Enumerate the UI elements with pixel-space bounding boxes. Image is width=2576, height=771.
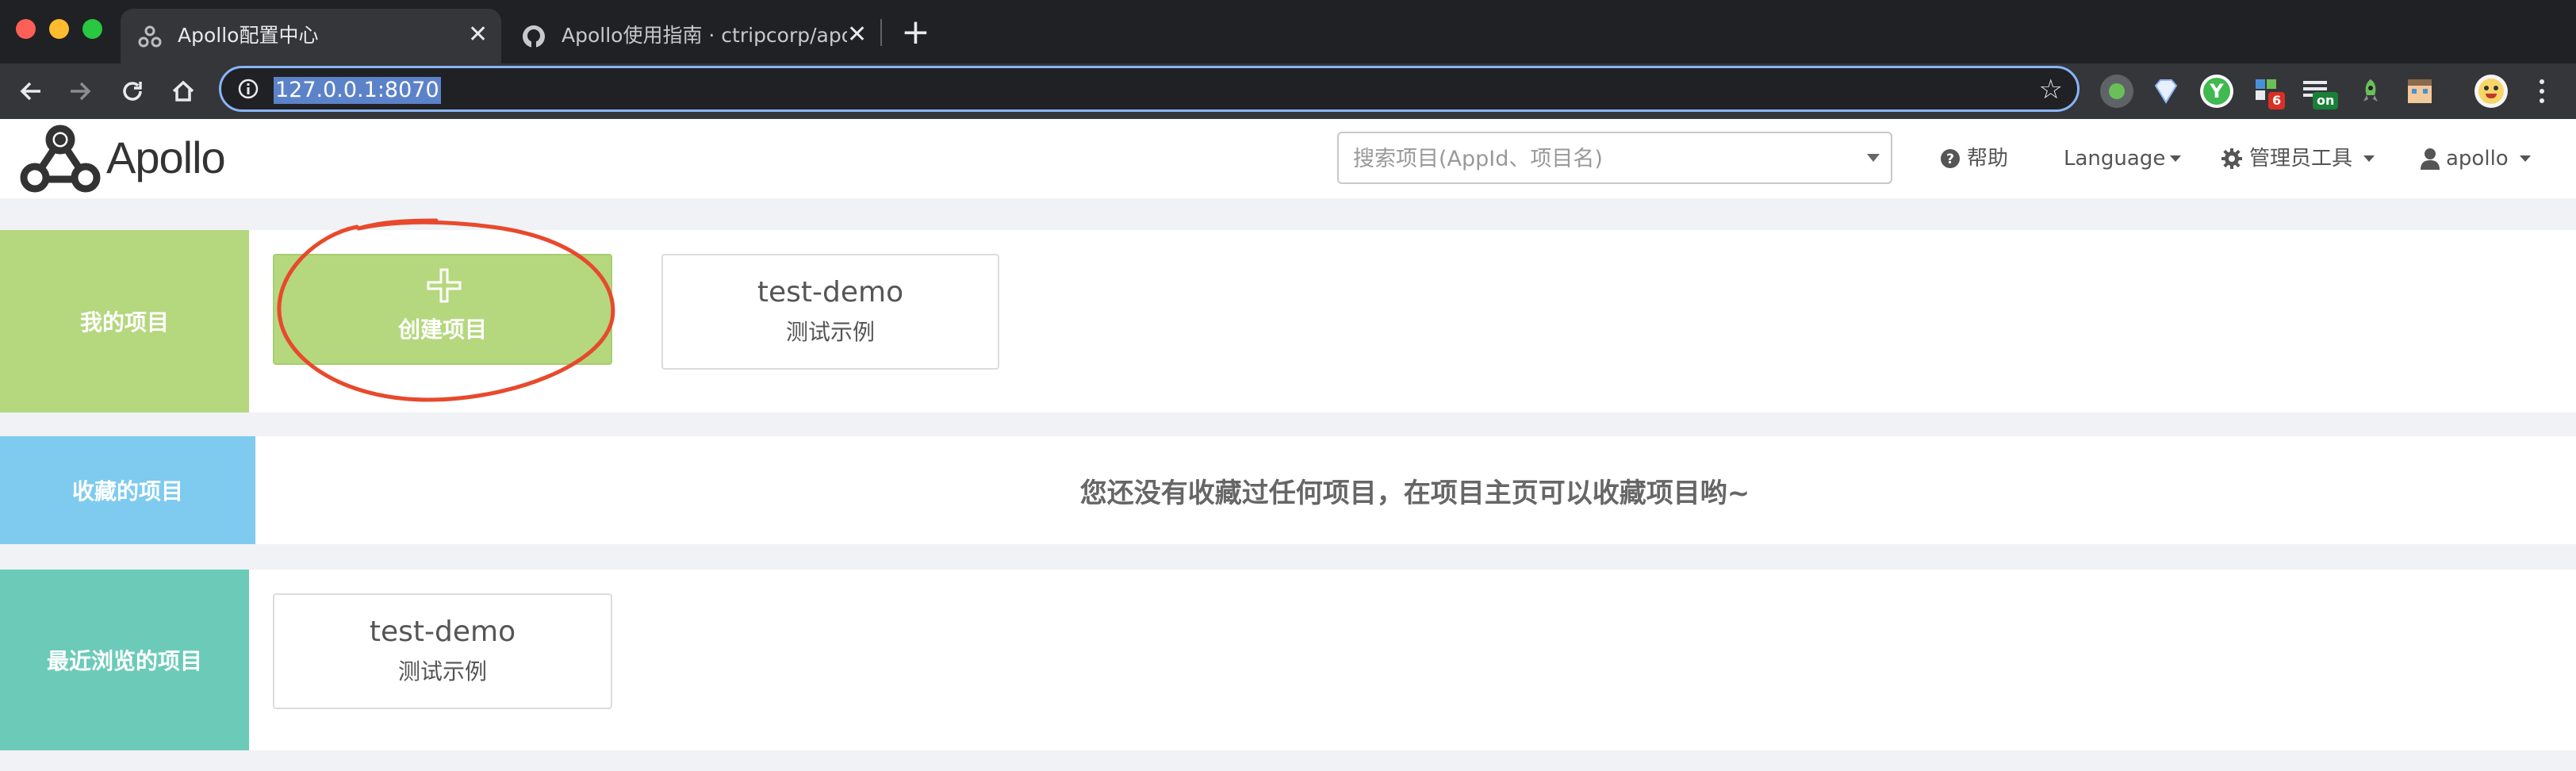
browser-toolbar: 127.0.0.1:8070 ☆ Y 6 on (0, 63, 2576, 119)
window-maximize-button[interactable] (82, 19, 102, 39)
chevron-down-icon[interactable] (1867, 154, 1880, 162)
user-dropdown[interactable]: apollo (2421, 143, 2531, 175)
github-favicon-icon (523, 25, 545, 48)
app-header: Apollo ? 帮助 Language 管理员工具 apollo (0, 119, 2576, 198)
window-close-button[interactable] (16, 19, 36, 39)
help-link[interactable]: ? 帮助 (1940, 143, 2008, 175)
admin-tools-dropdown[interactable]: 管理员工具 (2221, 143, 2375, 175)
bookmark-star-icon[interactable]: ☆ (2039, 75, 2063, 105)
user-label: apollo (2446, 147, 2509, 171)
info-icon[interactable] (237, 78, 259, 100)
extension-badge: 6 (2268, 92, 2286, 109)
extension-badge: on (2313, 92, 2339, 109)
my-projects-section: 我的项目 创建项目 test-demo 测试示例 (0, 230, 2576, 412)
browser-menu-icon[interactable] (2530, 75, 2554, 108)
caret-down-icon (2170, 155, 2182, 162)
apollo-favicon-icon (138, 25, 162, 48)
favorites-label: 收藏的项目 (0, 436, 255, 544)
logo-text[interactable]: Apollo (106, 132, 226, 184)
tab-close-icon[interactable]: ✕ (847, 20, 867, 50)
window-minimize-button[interactable] (49, 19, 69, 39)
tab-title: Apollo使用指南 · ctripcorp/apollo (562, 24, 847, 47)
recent-projects-section: 最近浏览的项目 test-demo 测试示例 (0, 570, 2576, 750)
home-button[interactable] (163, 71, 203, 111)
reload-icon (123, 82, 142, 101)
apollo-logo-icon[interactable] (19, 122, 102, 197)
arrow-right-icon (71, 82, 91, 101)
gear-icon (2221, 148, 2242, 169)
svg-text:?: ? (1946, 152, 1954, 167)
admin-tools-label: 管理员工具 (2249, 147, 2353, 171)
question-circle-icon: ? (1941, 149, 1960, 168)
new-tab-button[interactable]: + (901, 11, 930, 54)
list-icon[interactable]: on (2300, 75, 2339, 109)
tab-close-icon[interactable]: ✕ (468, 20, 488, 50)
project-name: 测试示例 (785, 319, 875, 345)
forward-button[interactable] (60, 71, 100, 111)
home-icon (172, 80, 194, 102)
arrow-left-icon (20, 82, 40, 101)
reload-button[interactable] (113, 71, 152, 111)
diamond-icon[interactable] (2149, 75, 2183, 108)
tab-apollo-config[interactable]: Apollo配置中心 ✕ (121, 9, 501, 63)
help-label: 帮助 (1967, 147, 2009, 171)
caret-down-icon (2363, 155, 2375, 162)
user-icon (2421, 148, 2440, 170)
recent-projects-label: 最近浏览的项目 (0, 570, 249, 750)
favorites-section: 收藏的项目 您还没有收藏过任何项目，在项目主页可以收藏项目哟~ (0, 436, 2576, 544)
caret-down-icon (2519, 155, 2531, 162)
language-label: Language (2064, 147, 2166, 171)
create-project-label: 创建项目 (397, 316, 487, 343)
y-logo-icon[interactable]: Y (2200, 75, 2233, 108)
create-project-button[interactable]: 创建项目 (273, 254, 612, 365)
url-text[interactable]: 127.0.0.1:8070 (274, 77, 441, 104)
project-card[interactable]: test-demo 测试示例 (661, 254, 999, 370)
browser-tab-bar: Apollo配置中心 ✕ Apollo使用指南 · ctripcorp/apol… (0, 0, 2576, 63)
green-dot-icon[interactable] (2100, 75, 2133, 108)
language-dropdown[interactable]: Language (2064, 143, 2182, 175)
pixel-face-icon[interactable] (2403, 75, 2436, 108)
project-app-id: test-demo (369, 616, 516, 648)
project-name: 测试示例 (397, 658, 487, 685)
my-projects-label: 我的项目 (0, 230, 249, 412)
back-button[interactable] (11, 71, 51, 111)
project-app-id: test-demo (757, 276, 904, 309)
plus-icon (427, 268, 462, 303)
address-bar[interactable]: 127.0.0.1:8070 ☆ (219, 66, 2080, 112)
rocket-icon[interactable] (2354, 75, 2387, 108)
project-search[interactable] (1337, 132, 1892, 184)
tab-apollo-guide[interactable]: Apollo使用指南 · ctripcorp/apollo ✕ (504, 9, 877, 63)
tab-separator (880, 19, 882, 46)
search-input[interactable] (1351, 141, 1846, 176)
project-card[interactable]: test-demo 测试示例 (273, 593, 612, 709)
puzzle-icon[interactable]: 6 (2251, 75, 2286, 109)
avatar-icon[interactable] (2474, 75, 2508, 108)
favorites-empty-message: 您还没有收藏过任何项目，在项目主页可以收藏项目哟~ (1079, 477, 1750, 509)
tab-title: Apollo配置中心 (178, 24, 319, 47)
